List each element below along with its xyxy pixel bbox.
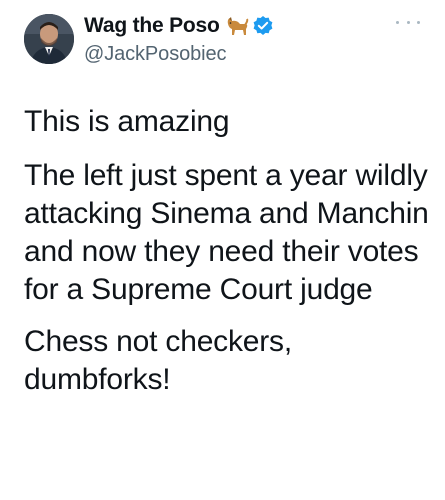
more-dot [417,20,420,24]
tweet-paragraph: The left just spent a year wildly attack… [24,159,429,306]
display-name-row: Wag the Poso [84,12,274,40]
more-dot [406,20,410,24]
more-options-icon[interactable] [396,14,420,30]
avatar-image [24,14,74,64]
tweet-text: This is amazing The left just spent a ye… [24,103,439,413]
author-handle[interactable]: @JackPosobiec [84,43,274,66]
tweet-paragraph: Chess not checkers, dumbforks! [24,325,292,396]
more-dot [396,20,399,24]
display-name[interactable]: Wag the Poso [84,14,220,38]
tweet-paragraph: This is amazing [24,105,230,138]
author-names: Wag the Poso @JackPosobiec [84,12,274,66]
avatar[interactable] [24,14,74,64]
tweet-header: Wag the Poso @JackPosobiec [24,8,424,72]
dog-emoji-icon [225,15,249,37]
verified-badge-icon [252,15,274,37]
